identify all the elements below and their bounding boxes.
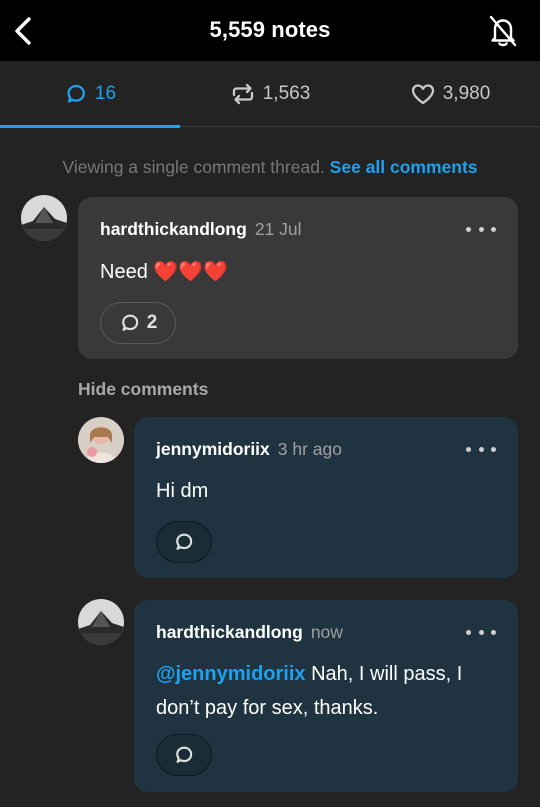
reply-count: 2: [146, 312, 158, 333]
tab-comments[interactable]: 16: [0, 61, 180, 128]
comment-icon: [121, 314, 138, 331]
comment-username[interactable]: hardthickandlong: [156, 622, 303, 643]
avatar[interactable]: [78, 599, 124, 645]
reply-button[interactable]: [156, 734, 212, 776]
comment-text-line2: don’t pay for sex, thanks.: [156, 697, 379, 719]
comment-card: hardthickandlong 21 Jul Need ❤️❤️❤️ 2: [78, 197, 518, 359]
comment-text: Hi dm: [156, 480, 209, 502]
comment-icon: [67, 84, 85, 103]
tab-likes[interactable]: 3,980: [360, 61, 540, 127]
avatar[interactable]: [21, 195, 67, 241]
comment-timestamp: 3 hr ago: [277, 439, 342, 459]
bell-off-icon: [489, 15, 517, 47]
comment-header: hardthickandlong now: [156, 622, 343, 643]
comment-username[interactable]: jennymidoriix: [156, 439, 270, 460]
reblogs-count: 1,563: [262, 83, 311, 104]
comment-text-line1: Nah, I will pass, I: [305, 663, 463, 685]
page-title: 5,559 notes: [209, 17, 331, 42]
comment-username[interactable]: hardthickandlong: [100, 219, 247, 240]
more-options-button[interactable]: [466, 223, 496, 235]
avatar-image: [78, 599, 124, 645]
avatar-image: [78, 417, 124, 463]
likes-count: 3,980: [442, 83, 491, 104]
reblog-icon: [232, 83, 253, 105]
thread-note: Viewing a single comment thread. See all…: [0, 157, 540, 178]
comment-text: @jennymidoriix Nah, I will pass, I don’t…: [156, 657, 462, 725]
more-options-button[interactable]: [466, 443, 496, 455]
tab-reblogs[interactable]: 1,563: [180, 61, 360, 127]
heart-icon: [411, 84, 434, 105]
hearts-emoji: ❤️❤️❤️: [153, 259, 229, 283]
reply-button[interactable]: 2: [100, 302, 176, 344]
notes-tabs: 16 1,563 3,980: [0, 61, 540, 128]
avatar[interactable]: [78, 417, 124, 463]
comment-header: hardthickandlong 21 Jul: [100, 219, 302, 240]
see-all-comments-link[interactable]: See all comments: [330, 157, 478, 177]
mention-link[interactable]: @jennymidoriix: [156, 663, 306, 685]
comments-count: 16: [94, 83, 117, 104]
comment-card: jennymidoriix 3 hr ago Hi dm: [134, 417, 518, 578]
more-options-button[interactable]: [466, 626, 496, 638]
comment-icon: [176, 533, 193, 550]
hide-comments-button[interactable]: Hide comments: [78, 379, 208, 400]
mute-notifications-button[interactable]: [486, 13, 520, 49]
comment-timestamp: 21 Jul: [254, 219, 302, 239]
comment-card: hardthickandlong now @jennymidoriix Nah,…: [134, 600, 518, 792]
reply-button[interactable]: [156, 521, 212, 563]
avatar-image: [21, 195, 67, 241]
thread-note-text: Viewing a single comment thread.: [62, 157, 325, 177]
top-bar: 5,559 notes: [0, 0, 540, 61]
comment-text-content: Need: [100, 261, 148, 283]
comment-header: jennymidoriix 3 hr ago: [156, 439, 342, 460]
active-tab-indicator: [0, 125, 180, 128]
comment-text: Need ❤️❤️❤️: [100, 254, 228, 289]
comment-timestamp: now: [310, 622, 343, 642]
comment-icon: [176, 746, 193, 763]
